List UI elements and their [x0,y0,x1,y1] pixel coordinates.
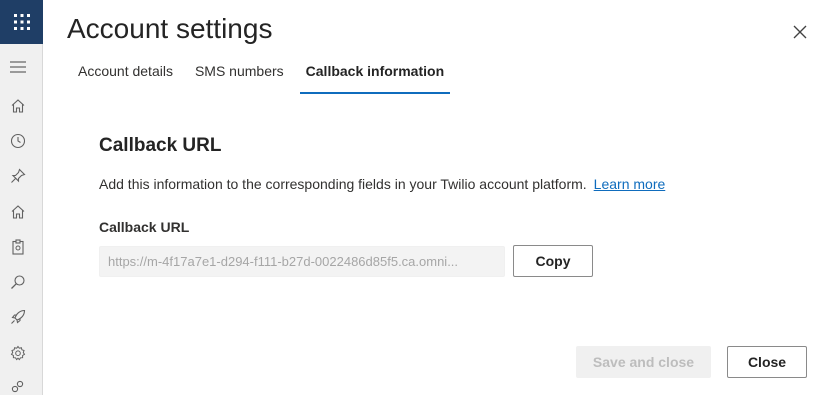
search-icon[interactable] [7,271,29,293]
people-icon[interactable] [7,377,29,399]
close-button[interactable]: Close [727,346,807,378]
home-icon[interactable] [7,201,29,223]
close-icon [793,25,807,39]
pin-icon[interactable] [7,165,29,187]
dialog-title: Account settings [67,13,273,44]
tab-callback-information[interactable]: Callback information [295,60,455,94]
settings-tabs: Account details SMS numbers Callback inf… [67,60,455,94]
callback-url-field[interactable] [99,246,505,277]
tab-sms-numbers[interactable]: SMS numbers [184,60,295,94]
callback-url-label: Callback URL [99,219,190,235]
section-description: Add this information to the correspondin… [99,176,665,192]
recent-icon[interactable] [7,130,29,152]
settings-icon[interactable] [7,342,29,364]
close-dialog-button[interactable] [790,22,810,42]
rocket-icon[interactable] [7,306,29,328]
clipboard-icon[interactable] [7,236,29,258]
description-text: Add this information to the correspondin… [99,176,587,192]
copy-button[interactable]: Copy [513,245,593,277]
left-nav-rail [0,0,43,395]
section-title: Callback URL [99,135,222,156]
home-icon[interactable] [7,95,29,117]
account-settings-dialog: Account settings Account details SMS num… [43,0,821,395]
learn-more-link[interactable]: Learn more [594,176,666,192]
app-launcher-button[interactable] [0,0,43,44]
save-and-close-button[interactable]: Save and close [576,346,711,378]
hamburger-icon[interactable] [7,56,29,78]
tab-account-details[interactable]: Account details [67,60,184,94]
waffle-icon [13,14,30,30]
